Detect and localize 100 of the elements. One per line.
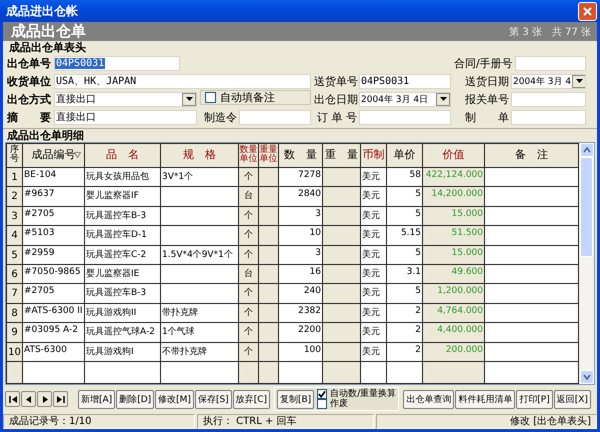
input-field[interactable]: 04PS0031 <box>54 56 180 70</box>
vertical-scrollbar[interactable] <box>579 143 594 384</box>
table-cell: 玩具女孩用品包 <box>84 167 160 187</box>
table-cell: 美元 <box>360 322 386 342</box>
checkbox-label: 自动数/重量换算 <box>330 389 396 399</box>
table-cell: 美元 <box>360 186 386 206</box>
previous-record-button[interactable] <box>21 391 36 407</box>
table-cell: #2705 <box>22 206 84 226</box>
dropdown[interactable]: 2004年 3月 4 <box>511 74 586 88</box>
copy-button[interactable]: 复制[B] <box>277 390 314 408</box>
checkbox-label: 自动填备注 <box>220 90 275 105</box>
row-number: 4 <box>6 226 22 246</box>
table-cell: 美元 <box>360 342 386 362</box>
toolbar-button[interactable]: 修改[M] <box>155 390 194 408</box>
column-header[interactable]: 数 量 <box>278 144 322 168</box>
row-number: 10 <box>6 342 22 362</box>
toolbar-button[interactable]: 删除[D] <box>116 390 154 408</box>
table-cell: 美元 <box>360 264 386 284</box>
input-field[interactable] <box>514 56 586 70</box>
table-cell: #2705 <box>22 284 84 304</box>
field-label: 报关单号 <box>464 92 509 106</box>
table-cell: 1个气球 <box>160 322 238 342</box>
skip-right-icon <box>56 394 66 404</box>
input-field[interactable]: USA、HK、JAPAN <box>54 74 311 88</box>
column-header[interactable]: 成品编号 <box>22 144 84 168</box>
table-cell: 3V*1个 <box>160 167 238 187</box>
column-header[interactable]: 币制 <box>360 144 386 168</box>
table-cell: 美元 <box>360 245 386 264</box>
table-cell: #5103 <box>22 226 84 246</box>
table-cell: #ATS-6300 II <box>22 303 84 323</box>
table-cell: 个 <box>238 245 258 264</box>
table-cell: 49.600 <box>422 264 484 284</box>
input-field[interactable]: 直接出口 <box>54 110 197 124</box>
table-cell: 玩具遥控车C-2 <box>84 245 160 264</box>
row-number: 2 <box>6 186 22 206</box>
column-header[interactable]: 重量单位 <box>258 144 278 168</box>
checkbox[interactable] <box>317 399 328 409</box>
column-header[interactable]: 重 量 <box>322 144 360 168</box>
table-cell: 个 <box>238 167 258 187</box>
window-title: 成品进出仓帐 <box>6 2 78 20</box>
column-header[interactable]: 品 名 <box>84 144 160 168</box>
table-cell: 15.000 <box>422 206 484 226</box>
table-cell: 个 <box>238 284 258 304</box>
section-title: 成品出仓单明细 <box>6 130 85 142</box>
column-header[interactable]: 单价 <box>386 144 422 168</box>
field-label: 订 单 号 <box>316 110 357 124</box>
input-field[interactable] <box>511 110 586 124</box>
toolbar-button[interactable]: 打印[P] <box>516 390 553 408</box>
check-icon <box>318 390 326 398</box>
field-label: 送货日期 <box>464 74 509 88</box>
left-icon <box>24 394 34 404</box>
table-cell: #03095 A-2 <box>22 322 84 342</box>
table-cell: 4,400.000 <box>422 322 484 342</box>
row-number: 7 <box>6 284 22 304</box>
dropdown[interactable]: 直接出口 <box>54 92 197 106</box>
scroll-thumb[interactable] <box>580 157 594 257</box>
toolbar-button[interactable]: 出仓单查询 <box>403 390 454 408</box>
form-title: 成品出仓单 <box>11 22 86 41</box>
table-cell: 个 <box>238 322 258 342</box>
table-cell: 15.000 <box>422 245 484 264</box>
input-field[interactable] <box>511 92 586 106</box>
skip-left-icon <box>8 394 18 404</box>
column-header[interactable]: 数量单位 <box>238 144 258 168</box>
table-cell: 1,200.000 <box>422 284 484 304</box>
checkbox[interactable] <box>205 92 216 103</box>
column-header[interactable]: 规 格 <box>160 144 238 168</box>
dropdown[interactable]: 2004年 3月 4日 <box>359 92 451 106</box>
column-header[interactable]: 序号 <box>6 144 22 168</box>
table-cell: 422,124.000 <box>422 167 484 187</box>
field-label: 出仓方式 <box>7 92 52 106</box>
table-cell: 美元 <box>360 284 386 304</box>
table-cell: 个 <box>238 303 258 323</box>
row-number: 8 <box>6 303 22 323</box>
toolbar-button[interactable]: 保存[S] <box>194 390 232 408</box>
table-cell: 4,764.000 <box>422 303 484 323</box>
first-record-button[interactable] <box>5 391 20 407</box>
next-record-button[interactable] <box>37 391 52 407</box>
row-number: 5 <box>6 245 22 264</box>
close-button[interactable] <box>578 2 597 20</box>
toolbar-button[interactable]: 新增[A] <box>78 390 116 408</box>
toolbar-button[interactable]: 返回[X] <box>554 390 591 408</box>
caret-icon <box>440 97 446 101</box>
input-field[interactable] <box>359 110 451 124</box>
toolbar-button[interactable]: 料件耗用清单 <box>455 390 516 408</box>
table-cell: ATS-6300 <box>22 342 84 362</box>
input-field[interactable]: 04PS0031 <box>359 74 451 88</box>
status-pane: 成品记录号：1/10 <box>3 414 195 429</box>
table-cell: 玩具遥控车B-3 <box>84 206 160 226</box>
table-cell: 个 <box>238 226 258 246</box>
table-cell: 1.5V*4个9V*1个 <box>160 245 238 264</box>
last-record-button[interactable] <box>53 391 68 407</box>
column-header[interactable]: 价值 <box>422 144 484 168</box>
toolbar-button[interactable]: 放弃[C] <box>232 390 270 408</box>
column-header[interactable]: 备 注 <box>484 144 579 168</box>
status-pane: 执行： CTRL + 回车 <box>197 414 374 429</box>
input-field[interactable] <box>239 110 311 124</box>
table-cell: #7050-9865 <box>22 264 84 284</box>
checkbox[interactable] <box>317 389 328 399</box>
table-cell: 玩具遥控气球A-2 <box>84 322 160 342</box>
section-title: 成品出仓单表头 <box>8 42 87 54</box>
